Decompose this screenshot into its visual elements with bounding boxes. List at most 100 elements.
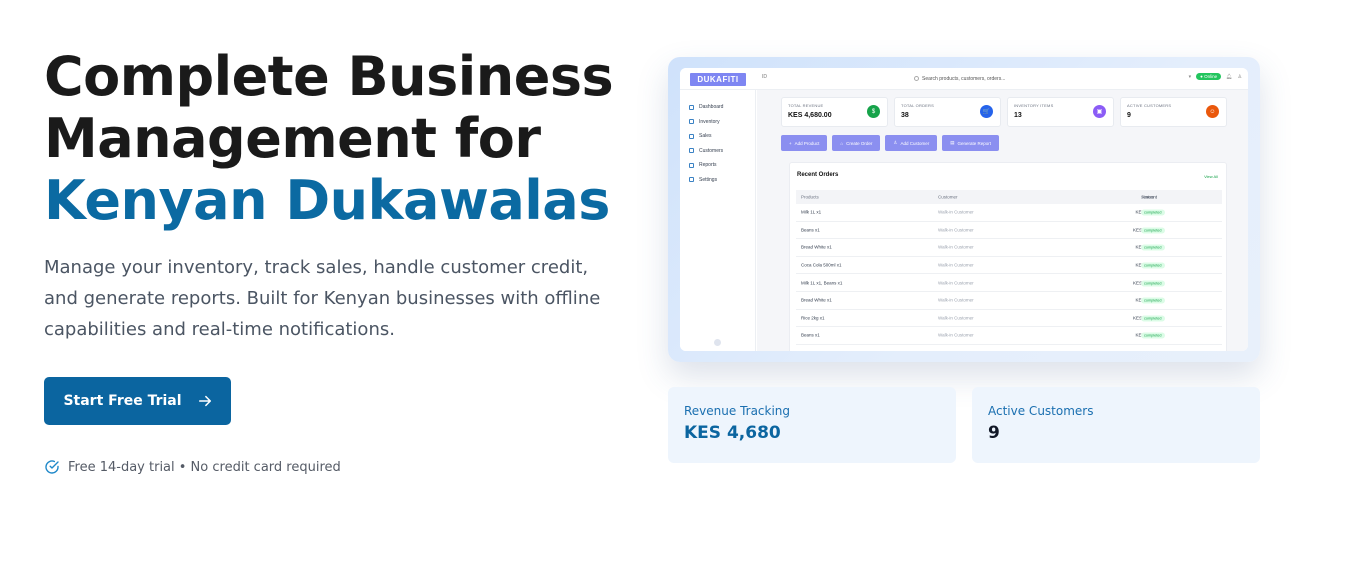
app-top-id: ID <box>762 74 767 80</box>
app-preview: DUKAFITI ID Search products, customers, … <box>680 68 1248 351</box>
box-icon: ▣ <box>1093 105 1106 118</box>
orders-table-header: Products Customer Amount Status <box>796 190 1222 204</box>
stat-card-customers: Active Customers 9 ☺ <box>1120 97 1227 127</box>
chart-icon <box>689 104 694 110</box>
order-product: Bread White x1 <box>801 297 832 303</box>
status-badge: completed <box>1141 297 1165 304</box>
dollar-icon: $ <box>867 105 880 118</box>
user-icon[interactable]: ♙ <box>1238 74 1242 80</box>
user-plus-icon: ♙ <box>893 140 898 145</box>
sidebar-item-settings[interactable]: Settings <box>680 173 755 188</box>
table-row[interactable]: Coca Cola 500ml x1Walk-in CustomerKES 50… <box>796 257 1222 275</box>
sidebar-item-inventory[interactable]: Inventory <box>680 115 755 130</box>
start-free-trial-label: Start Free Trial <box>63 393 182 409</box>
active-customers-value: 9 <box>988 423 1000 443</box>
table-row[interactable]: Milk 1L x1Walk-in CustomerKES 65.00compl… <box>796 204 1222 222</box>
app-search-placeholder: Search products, customers, orders... <box>922 75 1006 82</box>
recent-orders-panel: Recent Orders View All Products Customer… <box>789 162 1227 351</box>
order-product: Beans x1 <box>801 332 820 338</box>
action-label: Create Order <box>846 140 873 146</box>
stat-card-inventory: Inventory Items 13 ▣ <box>1007 97 1114 127</box>
stat-card-revenue: Total Revenue KES 4,680.00 $ <box>781 97 888 127</box>
report-icon: ▤ <box>950 140 955 145</box>
generate-report-button[interactable]: ▤ Generate Report <box>942 135 999 151</box>
file-icon <box>689 162 694 168</box>
cart-icon: ⌂ <box>840 140 844 146</box>
app-main: Total Revenue KES 4,680.00 $ Total Order… <box>757 90 1248 351</box>
sidebar-item-reports[interactable]: Reports <box>680 158 755 173</box>
search-icon <box>914 76 919 81</box>
order-product: Coca Cola 500ml x1 <box>801 262 842 268</box>
column-header: Products <box>801 194 819 200</box>
sidebar-item-customers[interactable]: Customers <box>680 144 755 159</box>
order-customer: Walk-in Customer <box>938 315 974 321</box>
create-order-button[interactable]: ⌂ Create Order <box>832 135 881 151</box>
table-row[interactable]: Milk 1L x1, Beans x1 Walk-in Customer KES … <box>796 274 1222 292</box>
users-icon: ☺ <box>1206 105 1219 118</box>
app-sidebar: Dashboard Inventory Sales Customers Repo… <box>680 90 756 351</box>
app-topbar: DUKAFITI ID Search products, customers, … <box>680 68 1248 90</box>
gear-icon <box>689 177 694 183</box>
status-badge: completed <box>1141 262 1165 269</box>
app-top-right: ▾ ● Online 🔔︎ ♙ <box>1189 73 1242 80</box>
trial-note: Free 14-day trial • No credit card requi… <box>44 459 341 475</box>
order-customer: Walk-in Customer <box>938 297 974 303</box>
table-row[interactable]: Rice 2kg x1Walk-in CustomerKES 120.00com… <box>796 309 1222 328</box>
box-icon <box>689 119 694 125</box>
revenue-tracking-value: KES 4,680 <box>684 423 781 443</box>
bell-icon[interactable]: 🔔︎ <box>1226 74 1232 80</box>
bar-icon <box>689 133 694 139</box>
sidebar-item-label: Sales <box>699 133 712 140</box>
trial-note-text: Free 14-day trial • No credit card requi… <box>68 459 341 475</box>
order-customer: Walk-in Customer <box>938 262 974 268</box>
order-customer: Walk-in Customer <box>938 244 974 250</box>
order-product: Milk 1L x1 <box>801 209 822 215</box>
chevron-down-icon: ▾ <box>1188 73 1192 80</box>
revenue-tracking-label: Revenue Tracking <box>684 404 791 418</box>
status-badge: completed <box>1141 227 1165 234</box>
sidebar-item-label: Settings <box>699 176 718 183</box>
sidebar-item-label: Customers <box>699 147 724 154</box>
hero-description: Manage your inventory, track sales, hand… <box>44 257 601 340</box>
column-header: Customer <box>938 194 958 200</box>
revenue-tracking-card: Revenue Tracking KES 4,680 <box>668 387 956 463</box>
order-customer: Walk-in Customer <box>938 209 974 215</box>
hero-title-accent: Kenyan Dukawalas <box>44 169 610 232</box>
stat-card-orders: Total Orders 38 🛒 <box>894 97 1001 127</box>
plus-icon: + <box>789 140 792 146</box>
online-badge: ● Online <box>1196 73 1222 80</box>
check-circle-icon <box>45 460 59 474</box>
column-header: Status <box>1141 194 1154 200</box>
sidebar-footer-icon[interactable] <box>714 339 721 346</box>
quick-actions: + Add Product ⌂ Create Order ♙ Add Customer… <box>781 135 999 151</box>
order-customer: Walk-in Customer <box>938 227 974 233</box>
add-customer-button[interactable]: ♙ Add Customer <box>885 135 938 151</box>
sidebar-item-label: Reports <box>699 162 717 169</box>
app-logo: DUKAFITI <box>690 73 746 86</box>
table-row[interactable]: Bread White x1Walk-in CustomerKES 45.00c… <box>796 292 1222 310</box>
action-label: Add Customer <box>900 140 930 146</box>
sidebar-item-label: Dashboard <box>699 104 724 111</box>
start-free-trial-button[interactable]: Start Free Trial <box>44 377 231 425</box>
add-product-button[interactable]: + Add Product <box>781 135 828 151</box>
cart-icon: 🛒 <box>980 105 993 118</box>
table-row[interactable]: Beans x1Walk-in CustomerKES 120.00comple… <box>796 222 1222 240</box>
order-product: Beans x1 <box>801 227 820 233</box>
active-customers-card: Active Customers 9 <box>972 387 1260 463</box>
table-row[interactable]: Beans x1Walk-in CustomerKES 60.00complet… <box>796 327 1222 345</box>
table-row[interactable]: Bread White x1Walk-in CustomerKES 55.00c… <box>796 239 1222 257</box>
stats-row: Total Revenue KES 4,680.00 $ Total Order… <box>781 97 1227 127</box>
hero-title-line2: Management for <box>44 107 541 170</box>
app-preview-frame: DUKAFITI ID Search products, customers, … <box>668 57 1260 362</box>
sidebar-item-sales[interactable]: Sales <box>680 129 755 144</box>
order-customer: Walk-in Customer <box>938 332 974 338</box>
app-search-input[interactable]: Search products, customers, orders... <box>914 73 1006 84</box>
sidebar-item-label: Inventory <box>699 118 720 125</box>
status-badge: completed <box>1141 315 1165 322</box>
recent-orders-title: Recent Orders <box>797 172 839 178</box>
arrow-right-icon <box>198 395 211 407</box>
sidebar-item-dashboard[interactable]: Dashboard <box>680 100 755 115</box>
status-badge: completed <box>1141 244 1165 251</box>
view-all-link[interactable]: View All <box>1204 174 1218 179</box>
action-label: Generate Report <box>957 140 991 146</box>
